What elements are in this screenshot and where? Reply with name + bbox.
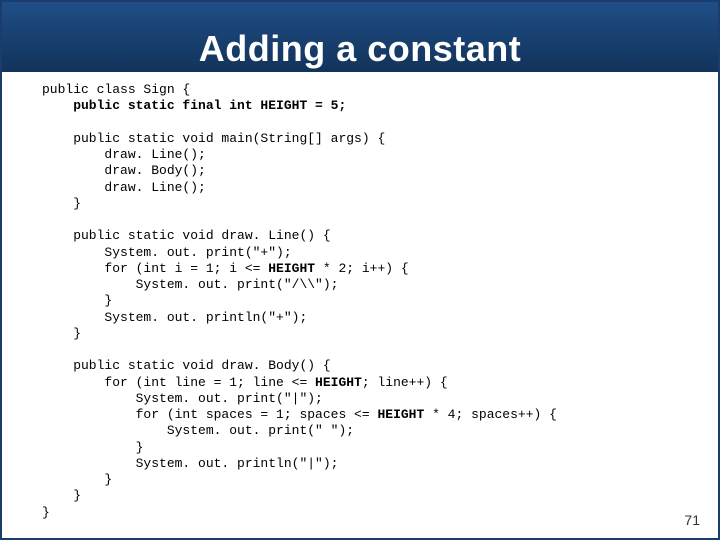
code-line: } <box>42 488 81 503</box>
code-line: * 4; spaces++) { <box>424 407 557 422</box>
code-line: for (int i = 1; i <= <box>42 261 268 276</box>
code-line: } <box>42 326 81 341</box>
code-line: System. out. println("+"); <box>42 310 307 325</box>
code-line: draw. Line(); <box>42 147 206 162</box>
code-line: System. out. println("|"); <box>42 456 338 471</box>
code-line: ; line++) { <box>362 375 448 390</box>
code-line: } <box>42 440 143 455</box>
code-line: } <box>42 505 50 520</box>
code-block: public class Sign { public static final … <box>2 72 718 521</box>
code-line: for (int spaces = 1; spaces <= <box>42 407 377 422</box>
code-keyword: HEIGHT <box>377 407 424 422</box>
code-line: } <box>42 196 81 211</box>
page-number: 71 <box>684 512 700 528</box>
code-line: * 2; i++) { <box>315 261 409 276</box>
code-line: draw. Line(); <box>42 180 206 195</box>
code-keyword: HEIGHT <box>268 261 315 276</box>
code-line: public static void main(String[] args) { <box>42 131 385 146</box>
code-line: public static void draw. Line() { <box>42 228 331 243</box>
code-line: System. out. print("/\\"); <box>42 277 338 292</box>
code-line: public static final int HEIGHT = 5; <box>42 98 346 113</box>
code-line: for (int line = 1; line <= <box>42 375 315 390</box>
code-line: } <box>42 293 112 308</box>
code-line: public static void draw. Body() { <box>42 358 331 373</box>
code-line: System. out. print("|"); <box>42 391 323 406</box>
code-line: draw. Body(); <box>42 163 206 178</box>
code-keyword: HEIGHT <box>315 375 362 390</box>
code-line: public class Sign { <box>42 82 190 97</box>
code-line: System. out. print(" "); <box>42 423 354 438</box>
code-line: System. out. print("+"); <box>42 245 292 260</box>
slide-title: Adding a constant <box>2 2 718 72</box>
code-line: } <box>42 472 112 487</box>
